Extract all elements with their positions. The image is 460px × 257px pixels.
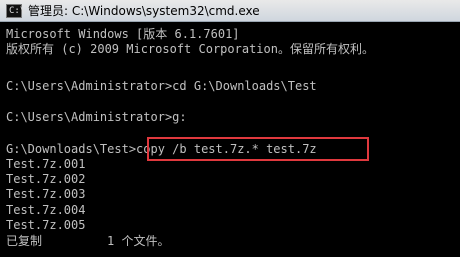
console-line: Test.7z.003 — [6, 187, 86, 201]
console-line: Test.7z.002 — [6, 172, 86, 186]
cmd-icon: C:\ — [6, 4, 25, 18]
title-bar[interactable]: C:\ 管理员: C:\Windows\system32\cmd.exe — [0, 0, 460, 22]
console-line: 已复制 1 个文件。 — [6, 234, 170, 248]
console-output[interactable]: Microsoft Windows [版本 6.1.7601] 版权所有 (c)… — [0, 23, 460, 257]
console-line: 版权所有 (c) 2009 Microsoft Corporation。保留所有… — [6, 42, 374, 56]
console-line: Test.7z.001 — [6, 157, 86, 171]
console-line: C:\Users\Administrator>g: — [6, 110, 187, 124]
console-line: Test.7z.005 — [6, 218, 86, 232]
command-highlight-box — [147, 137, 369, 161]
console-line: Test.7z.004 — [6, 203, 86, 217]
cmd-window: C:\ 管理员: C:\Windows\system32\cmd.exe Mic… — [0, 0, 460, 257]
console-line: C:\Users\Administrator>cd G:\Downloads\T… — [6, 79, 317, 93]
console-line: Microsoft Windows [版本 6.1.7601] — [6, 27, 240, 41]
window-title: 管理员: C:\Windows\system32\cmd.exe — [28, 4, 260, 18]
